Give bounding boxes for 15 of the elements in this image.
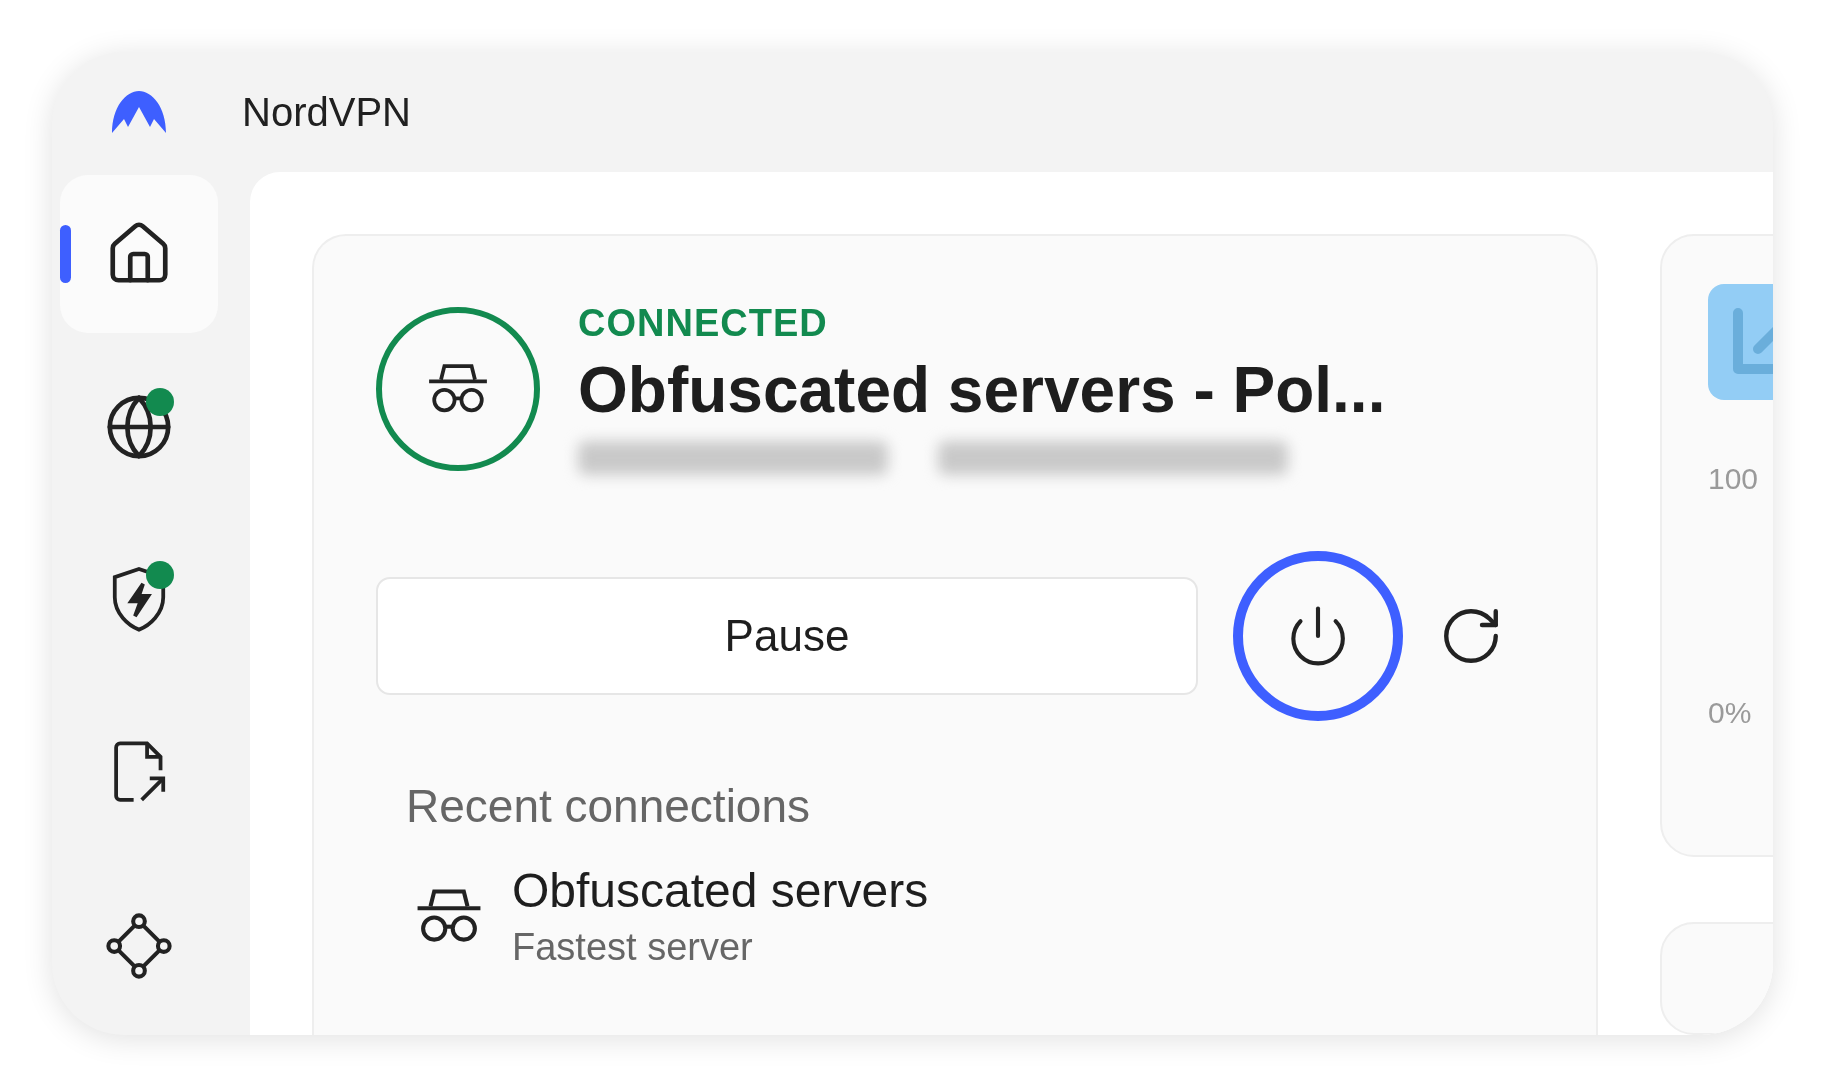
axis-label: 100 <box>1708 462 1760 496</box>
connection-name: Obfuscated servers <box>512 863 929 918</box>
axis-label: 0% <box>1708 696 1753 730</box>
mesh-network-icon <box>104 911 174 981</box>
active-indicator <box>60 225 71 283</box>
sidebar-item[interactable] <box>60 175 218 333</box>
status-dot <box>146 561 174 589</box>
pause-button[interactable]: Pause <box>376 577 1198 695</box>
connection-status: CONNECTED <box>578 302 829 345</box>
connection-detail: Fastest server <box>512 926 754 969</box>
status-dot <box>146 388 174 416</box>
recent-connection[interactable]: Obfuscated servers Fastest server <box>412 863 1596 969</box>
section-heading: Recent connections <box>406 779 812 833</box>
server-name: Obfuscated servers - Pol... <box>578 353 1386 427</box>
app-title: NordVPN <box>242 89 411 135</box>
